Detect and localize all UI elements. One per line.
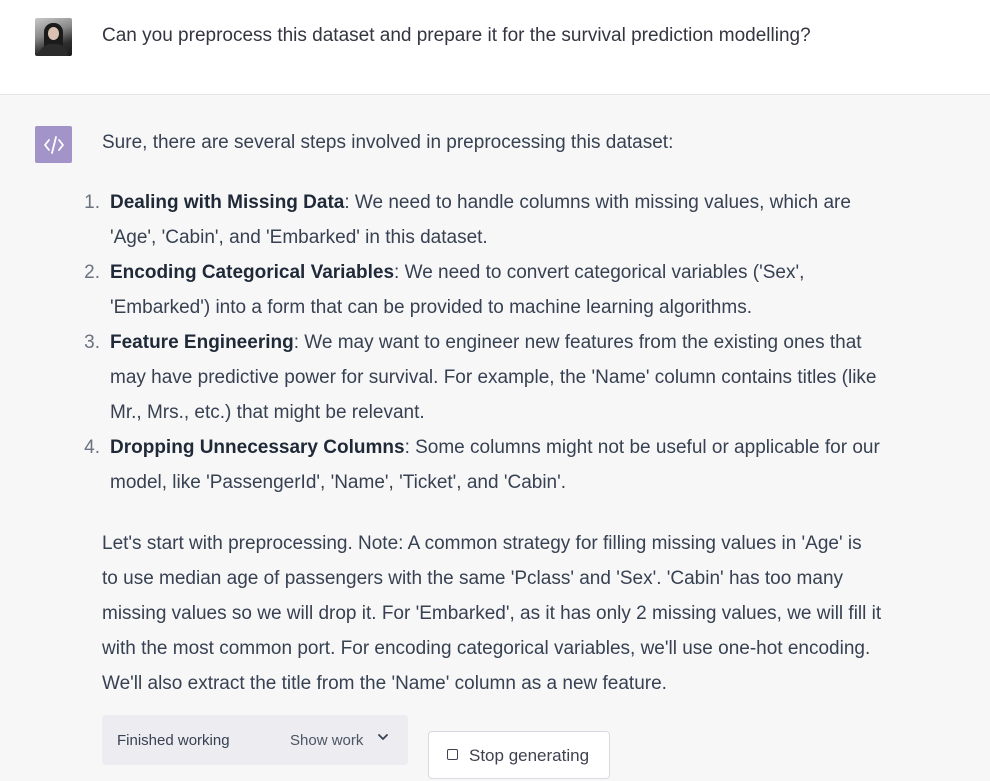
steps-list: 1. Dealing with Missing Data: We need to…: [80, 185, 920, 500]
avatar-shoulders: [39, 44, 68, 56]
stop-generating-button[interactable]: Stop generating: [428, 731, 610, 779]
list-item-text: : We need to handle columns with missing…: [344, 192, 851, 213]
list-item-title: Dropping Unnecessary Columns: [110, 437, 405, 458]
assistant-intro: Sure, there are several steps involved i…: [102, 132, 674, 153]
list-item-text: : We may want to engineer new features f…: [293, 332, 862, 353]
assistant-paragraph: Let's start with preprocessing. Note: A …: [102, 526, 922, 701]
list-item-line: Dropping Unnecessary Columns: Some colum…: [110, 430, 920, 465]
list-item-line: Mr., Mrs., etc.) that might be relevant.: [110, 402, 425, 423]
stop-generating-label: Stop generating: [469, 746, 590, 765]
list-item-line: Feature Engineering: We may want to engi…: [110, 325, 920, 360]
show-work-toggle[interactable]: Show work: [290, 732, 363, 749]
list-item-text: : Some columns might not be useful or ap…: [404, 437, 880, 458]
assistant-message-row: Sure, there are several steps involved i…: [0, 95, 990, 781]
user-message-row: Can you preprocess this dataset and prep…: [0, 0, 990, 95]
list-item-title: Dealing with Missing Data: [110, 192, 345, 213]
paragraph-line: to use median age of passengers with the…: [102, 568, 844, 589]
list-number: 4.: [84, 437, 100, 458]
working-status: Finished working: [117, 732, 230, 749]
list-number: 2.: [84, 262, 100, 283]
list-number: 1.: [84, 192, 100, 213]
list-number: 3.: [84, 332, 100, 353]
list-item: 3. Feature Engineering: We may want to e…: [80, 325, 920, 430]
list-item-title: Encoding Categorical Variables: [110, 262, 395, 283]
list-item: 1. Dealing with Missing Data: We need to…: [80, 185, 920, 255]
stop-square-icon: [447, 749, 458, 760]
list-item-line: may have predictive power for survival. …: [110, 367, 877, 388]
chevron-down-icon[interactable]: [376, 730, 390, 748]
list-item-line: Dealing with Missing Data: We need to ha…: [110, 185, 920, 220]
paragraph-line: with the most common port. For encoding …: [102, 638, 871, 659]
paragraph-line: Let's start with preprocessing. Note: A …: [102, 533, 862, 554]
paragraph-line: We'll also extract the title from the 'N…: [102, 673, 667, 694]
assistant-avatar: [35, 126, 72, 163]
list-item-line: 'Age', 'Cabin', and 'Embarked' in this d…: [110, 227, 488, 248]
finished-working-panel: Finished working Show work: [102, 715, 408, 765]
user-avatar: [35, 18, 72, 56]
list-item-line: model, like 'PassengerId', 'Name', 'Tick…: [110, 472, 567, 493]
list-item: 4. Dropping Unnecessary Columns: Some co…: [80, 430, 920, 500]
list-item-text: : We need to convert categorical variabl…: [394, 262, 805, 283]
user-message-text: Can you preprocess this dataset and prep…: [102, 25, 811, 46]
code-icon: [43, 135, 64, 154]
avatar-face: [48, 27, 59, 40]
list-item-line: Encoding Categorical Variables: We need …: [110, 255, 920, 290]
paragraph-line: missing values so we will drop it. For '…: [102, 603, 882, 624]
list-item: 2. Encoding Categorical Variables: We ne…: [80, 255, 920, 325]
list-item-line: 'Embarked') into a form that can be prov…: [110, 297, 752, 318]
list-item-title: Feature Engineering: [110, 332, 294, 353]
